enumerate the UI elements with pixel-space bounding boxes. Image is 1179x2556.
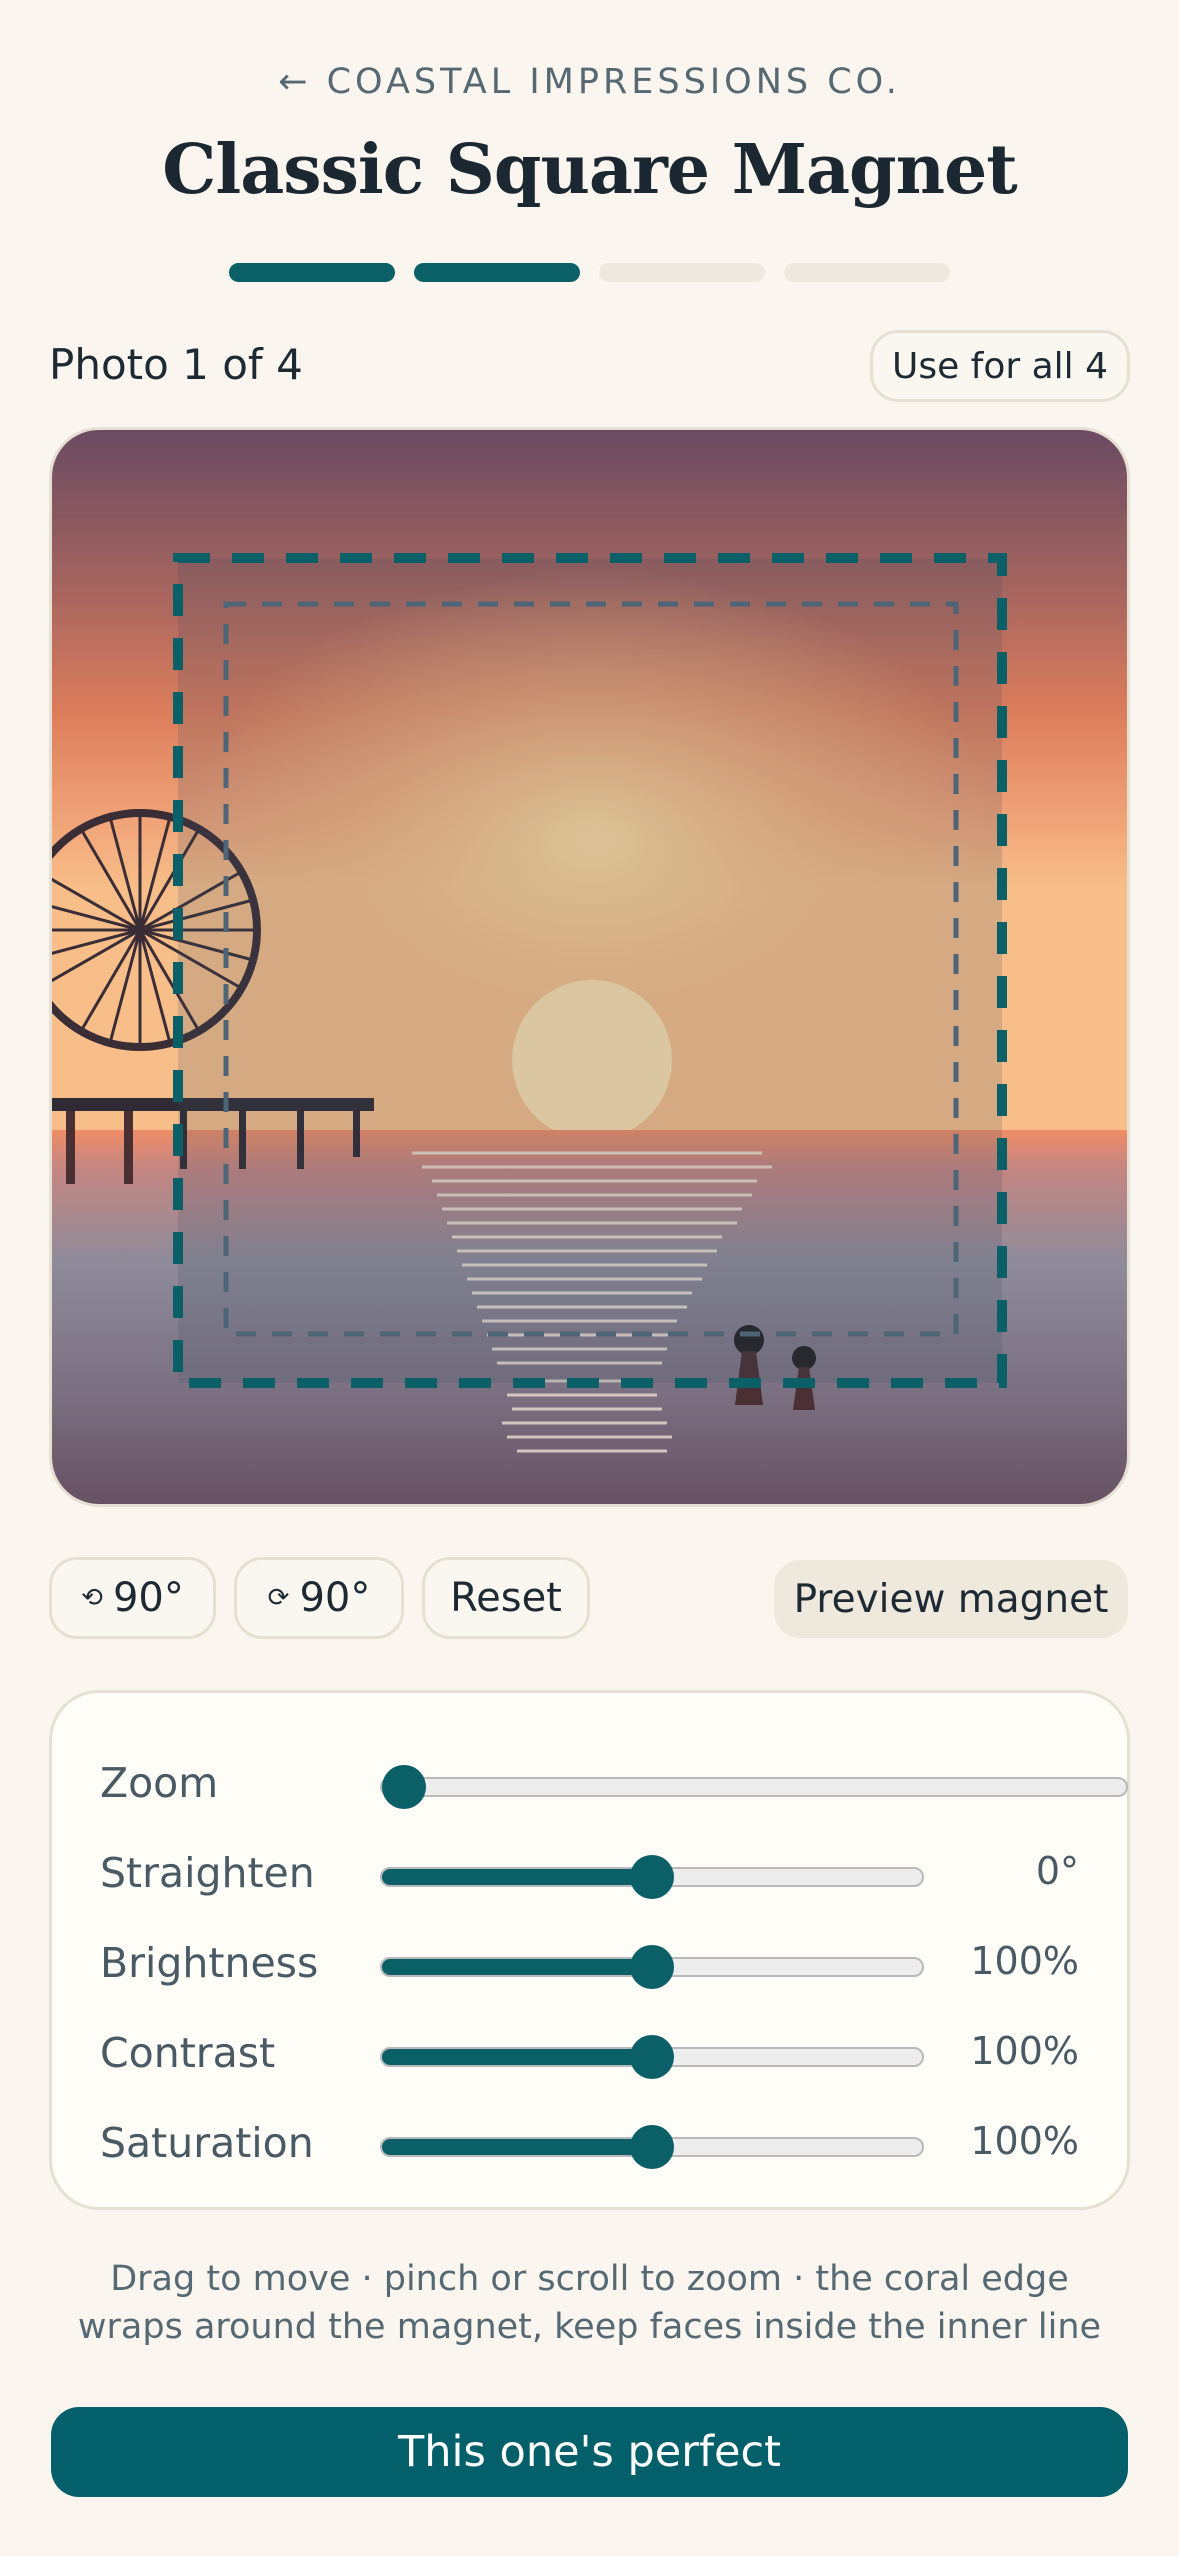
saturation-slider-thumb[interactable] bbox=[630, 2125, 674, 2169]
zoom-slider[interactable] bbox=[380, 1765, 1128, 1809]
straighten-label: Straighten bbox=[100, 1849, 315, 1897]
zoom-label: Zoom bbox=[100, 1759, 219, 1807]
adjustments-panel: Zoom Straighten 0° Brightness 100% Contr… bbox=[49, 1690, 1130, 2210]
progress-step-2 bbox=[414, 263, 580, 282]
contrast-value: 100% bbox=[970, 2029, 1079, 2073]
brightness-value: 100% bbox=[970, 1939, 1079, 1983]
progress-step-1 bbox=[229, 263, 395, 282]
progress-step-3 bbox=[599, 263, 765, 282]
use-for-all-button[interactable]: Use for all 4 bbox=[870, 330, 1130, 402]
straighten-value: 0° bbox=[1035, 1849, 1079, 1893]
photo-crop-area[interactable] bbox=[49, 427, 1130, 1507]
straighten-slider[interactable] bbox=[380, 1855, 924, 1899]
saturation-value: 100% bbox=[970, 2119, 1079, 2163]
zoom-slider-thumb[interactable] bbox=[382, 1765, 426, 1809]
page-title: Classic Square Magnet bbox=[162, 130, 1017, 210]
back-arrow-icon[interactable]: ← bbox=[278, 62, 311, 102]
contrast-row: Contrast 100% bbox=[52, 2021, 1127, 2081]
saturation-label: Saturation bbox=[100, 2119, 314, 2167]
rotate-right-button[interactable]: ⟳ 90° bbox=[234, 1557, 404, 1639]
contrast-slider[interactable] bbox=[380, 2035, 924, 2079]
reset-button[interactable]: Reset bbox=[422, 1557, 590, 1639]
brightness-slider-fill bbox=[382, 1959, 652, 1975]
saturation-slider[interactable] bbox=[380, 2125, 924, 2169]
contrast-label: Contrast bbox=[100, 2029, 276, 2077]
contrast-slider-thumb[interactable] bbox=[630, 2035, 674, 2079]
step-progress bbox=[229, 263, 950, 282]
brightness-slider[interactable] bbox=[380, 1945, 924, 1989]
rotate-right-icon: ⟳ bbox=[267, 1583, 290, 1613]
crop-region[interactable] bbox=[178, 558, 1002, 1383]
brightness-label: Brightness bbox=[100, 1939, 319, 1987]
saturation-slider-fill bbox=[382, 2139, 652, 2155]
straighten-slider-fill bbox=[382, 1869, 652, 1885]
contrast-slider-fill bbox=[382, 2049, 652, 2065]
brightness-slider-thumb[interactable] bbox=[630, 1945, 674, 1989]
preview-magnet-button[interactable]: Preview magnet bbox=[774, 1560, 1128, 1638]
saturation-row: Saturation 100% bbox=[52, 2111, 1127, 2171]
brightness-row: Brightness 100% bbox=[52, 1931, 1127, 1991]
confirm-photo-button[interactable]: This one's perfect bbox=[51, 2407, 1128, 2497]
photo-counter: Photo 1 of 4 bbox=[49, 340, 303, 389]
rotate-left-icon: ⟲ bbox=[81, 1583, 103, 1613]
zoom-row: Zoom bbox=[52, 1751, 1128, 1811]
crop-hint: Drag to move · pinch or scroll to zoom ·… bbox=[77, 2259, 1102, 2347]
brand-name: COASTAL IMPRESSIONS CO. bbox=[326, 62, 901, 102]
progress-step-4 bbox=[784, 263, 950, 282]
straighten-row: Straighten 0° bbox=[52, 1841, 1127, 1901]
straighten-slider-thumb[interactable] bbox=[630, 1855, 674, 1899]
brand-header[interactable]: ← COASTAL IMPRESSIONS CO. bbox=[0, 62, 1179, 102]
rotate-left-button[interactable]: ⟲ 90° bbox=[49, 1557, 216, 1639]
